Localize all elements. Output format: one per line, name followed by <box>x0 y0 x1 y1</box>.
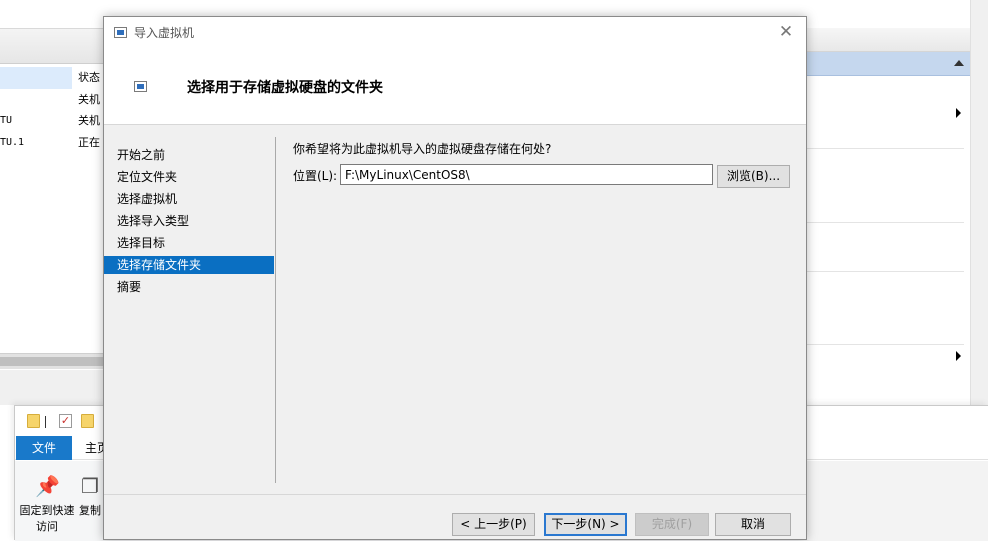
wizard-step-import-type[interactable]: 选择导入类型 <box>104 212 274 230</box>
state-column-header: 状态 <box>78 71 100 84</box>
tab-file[interactable]: 文件 <box>16 436 72 460</box>
ribbon-panel-right <box>805 461 988 541</box>
scrollbar-thumb[interactable] <box>0 357 104 366</box>
close-icon[interactable]: ✕ <box>772 20 800 44</box>
finish-button[interactable]: 完成(F) <box>635 513 709 536</box>
dialog-title: 导入虚拟机 <box>134 26 195 40</box>
wizard-step-locate-folder[interactable]: 定位文件夹 <box>104 168 274 186</box>
wizard-step-summary[interactable]: 摘要 <box>104 278 274 296</box>
vm-name: TU.1 <box>0 137 25 148</box>
vm-row[interactable]: TU 关机 <box>0 110 104 132</box>
storage-question: 你希望将为此虚拟机导入的虚拟硬盘存储在何处? <box>293 142 552 156</box>
hyperv-import-icon <box>114 27 127 38</box>
cancel-button[interactable]: 取消 <box>715 513 791 536</box>
pane-header-band <box>0 28 104 64</box>
expand-right-icon[interactable] <box>956 108 961 118</box>
copy-button[interactable]: ❐ 复制 <box>73 473 107 519</box>
vm-row[interactable]: TU.1 正在 <box>0 132 104 154</box>
copy-icon: ❐ <box>81 474 99 498</box>
pin-icon: 📌 <box>35 474 60 498</box>
vertical-scrollbar[interactable] <box>970 0 988 405</box>
wizard-header: 选择用于存储虚拟硬盘的文件夹 <box>104 47 806 125</box>
next-button[interactable]: 下一步(N) > <box>544 513 627 536</box>
new-folder-icon[interactable] <box>81 414 94 428</box>
browse-button[interactable]: 浏览(B)... <box>717 165 790 188</box>
location-label: 位置(L): <box>293 169 338 183</box>
page-title: 选择用于存储虚拟硬盘的文件夹 <box>187 80 383 96</box>
properties-check-icon[interactable]: ✓ <box>59 414 72 428</box>
vm-name: TU <box>0 115 13 126</box>
copy-label: 复制 <box>79 504 101 517</box>
divider <box>806 148 964 149</box>
details-pane <box>0 370 104 405</box>
dialog-titlebar: 导入虚拟机 ✕ <box>104 17 806 47</box>
hyperv-import-icon <box>134 81 147 92</box>
menu-area <box>0 0 104 28</box>
wizard-step-select-vm[interactable]: 选择虚拟机 <box>104 190 274 208</box>
vm-state: 正在 <box>78 136 100 149</box>
location-input[interactable] <box>340 164 713 185</box>
actions-section-header[interactable] <box>806 52 970 76</box>
toolbar-separator <box>45 416 46 428</box>
divider <box>806 344 964 345</box>
import-vm-dialog: 导入虚拟机 ✕ 选择用于存储虚拟硬盘的文件夹 开始之前 定位文件夹 选择虚拟机 … <box>103 16 807 540</box>
horizontal-scrollbar[interactable] <box>0 353 104 369</box>
wizard-step-before-you-begin[interactable]: 开始之前 <box>104 146 274 164</box>
vm-state: 关机 <box>78 93 100 106</box>
vm-list-header: 状态 <box>0 67 104 89</box>
vm-state: 关机 <box>78 114 100 127</box>
collapse-up-icon[interactable] <box>954 60 964 66</box>
nav-divider <box>275 137 276 483</box>
wizard-step-destination[interactable]: 选择目标 <box>104 234 274 252</box>
expand-right-icon[interactable] <box>956 351 961 361</box>
wizard-steps: 开始之前 定位文件夹 选择虚拟机 选择导入类型 选择目标 选择存储文件夹 摘要 <box>104 125 276 479</box>
divider <box>806 271 964 272</box>
divider <box>806 222 964 223</box>
folder-icon[interactable] <box>27 414 40 428</box>
previous-button[interactable]: < 上一步(P) <box>452 513 535 536</box>
selected-row-highlight <box>0 67 72 89</box>
pin-quick-access-label: 固定到快速访问 <box>19 504 75 533</box>
wizard-footer: < 上一步(P) 下一步(N) > 完成(F) 取消 <box>104 494 806 539</box>
vm-row[interactable]: 关机 <box>0 89 104 111</box>
actions-pane-top <box>806 28 970 52</box>
wizard-step-storage-folder[interactable]: 选择存储文件夹 <box>104 256 274 274</box>
pin-quick-access-button[interactable]: 📌 固定到快速访问 <box>19 473 75 535</box>
